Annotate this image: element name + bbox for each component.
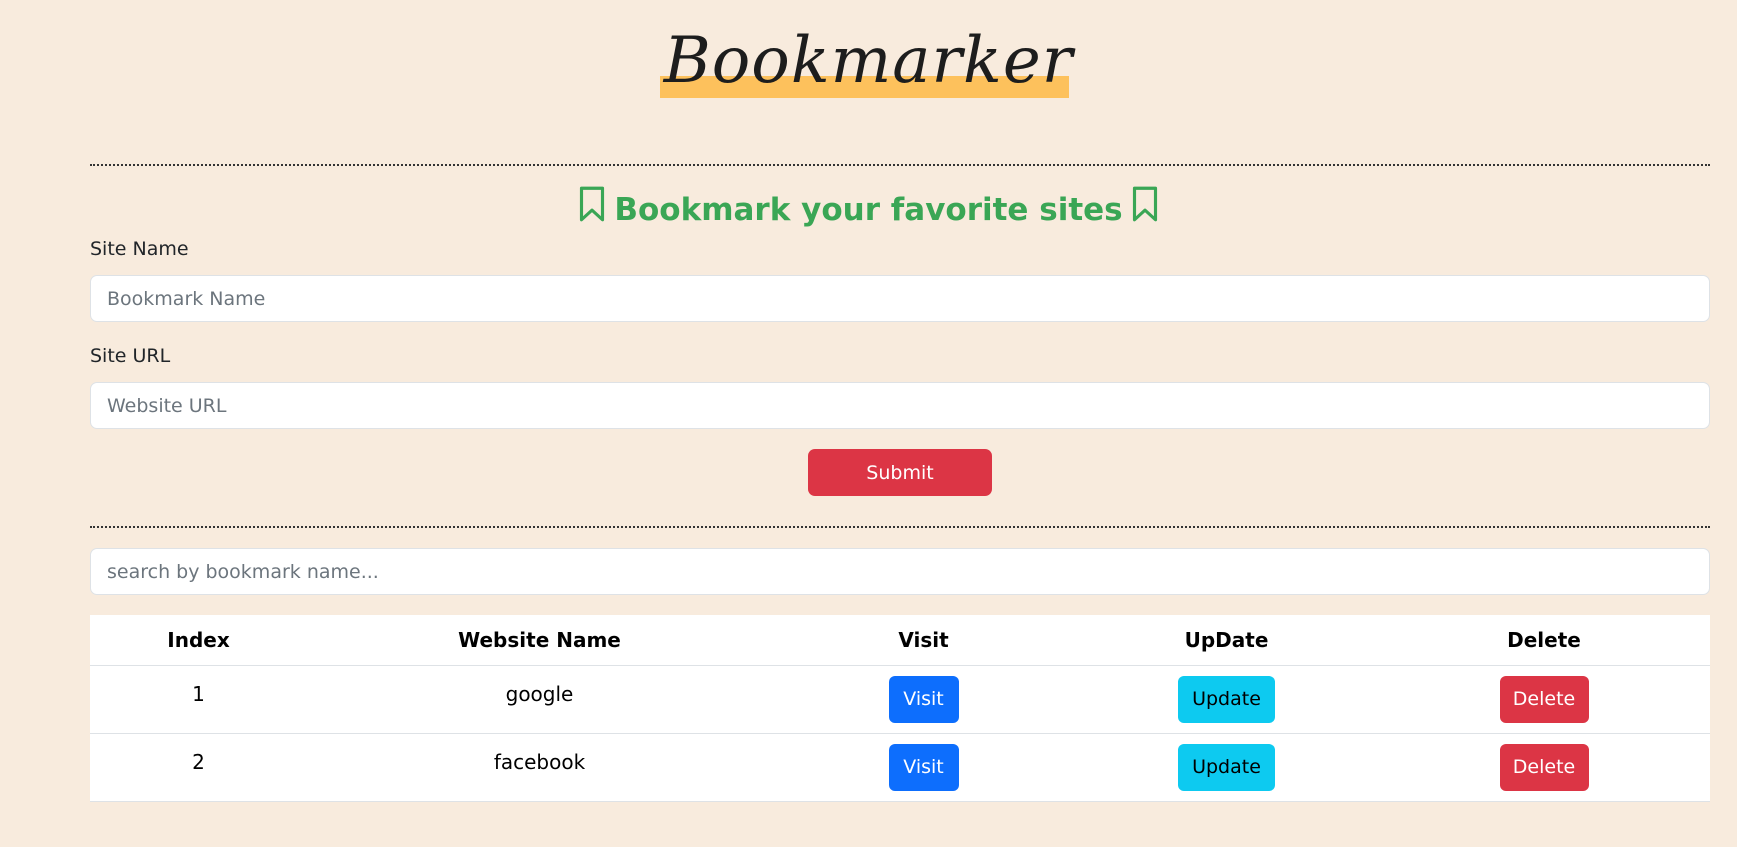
table-row: 1 google Visit Update Delete xyxy=(90,665,1710,734)
row-delete-cell: Delete xyxy=(1378,733,1710,802)
bookmarks-table: Index Website Name Visit UpDate Delete 1… xyxy=(90,615,1710,802)
page-heading: Bookmark your favorite sites xyxy=(0,186,1737,234)
row-website-name: facebook xyxy=(307,733,772,802)
row-website-name: google xyxy=(307,665,772,734)
visit-button[interactable]: Visit xyxy=(888,743,959,791)
site-url-input[interactable] xyxy=(90,382,1710,429)
site-url-label: Site URL xyxy=(90,345,171,367)
logo-container: Bookmarker xyxy=(0,22,1737,100)
bookmark-icon xyxy=(578,186,606,234)
bookmark-icon xyxy=(1131,186,1159,234)
row-visit-cell: Visit xyxy=(772,665,1075,734)
header-website-name: Website Name xyxy=(307,615,772,666)
row-index: 1 xyxy=(90,665,307,734)
table-row: 2 facebook Visit Update Delete xyxy=(90,733,1710,802)
submit-button[interactable]: Submit xyxy=(808,449,992,496)
row-index: 2 xyxy=(90,733,307,802)
logo: Bookmarker xyxy=(659,22,1078,100)
header-visit: Visit xyxy=(772,615,1075,666)
update-button[interactable]: Update xyxy=(1178,743,1275,791)
visit-button[interactable]: Visit xyxy=(888,675,959,723)
row-delete-cell: Delete xyxy=(1378,665,1710,734)
row-update-cell: Update xyxy=(1075,665,1378,734)
header-update: UpDate xyxy=(1075,615,1378,666)
row-update-cell: Update xyxy=(1075,733,1378,802)
update-button[interactable]: Update xyxy=(1178,675,1275,723)
delete-button[interactable]: Delete xyxy=(1499,675,1589,723)
header-delete: Delete xyxy=(1378,615,1710,666)
delete-button[interactable]: Delete xyxy=(1499,743,1589,791)
table-header-row: Index Website Name Visit UpDate Delete xyxy=(90,615,1710,666)
site-name-label: Site Name xyxy=(90,238,189,260)
row-visit-cell: Visit xyxy=(772,733,1075,802)
header-index: Index xyxy=(90,615,307,666)
site-name-input[interactable] xyxy=(90,275,1710,322)
divider-bottom xyxy=(90,526,1710,528)
logo-text: Bookmarker xyxy=(663,24,1074,98)
search-input[interactable] xyxy=(90,548,1710,595)
divider-top xyxy=(90,164,1710,166)
heading-text: Bookmark your favorite sites xyxy=(614,192,1123,228)
